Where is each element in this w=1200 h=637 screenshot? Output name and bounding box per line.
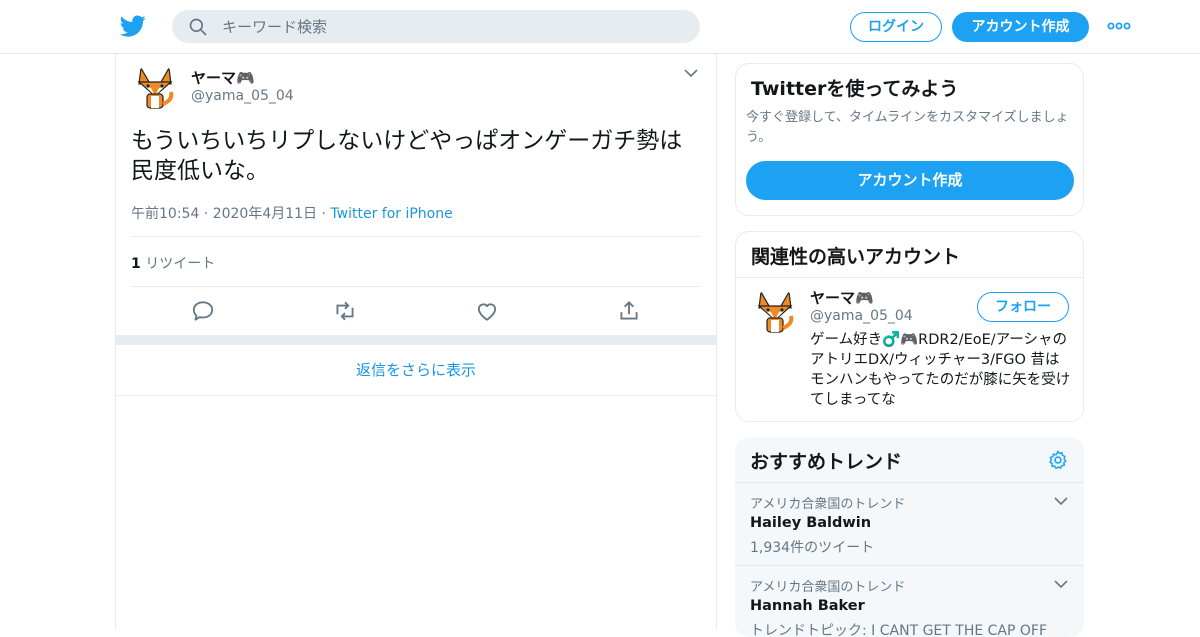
follow-button[interactable]: フォロー <box>977 292 1069 322</box>
related-accounts-title: 関連性の高いアカウント <box>751 246 961 268</box>
tweet-column: ヤーマ🎮 @yama_05_04 もういちいちリプしないけどやっぱオンゲーガチ勢… <box>115 54 717 630</box>
fox-avatar-icon <box>137 66 174 109</box>
share-icon[interactable] <box>616 298 642 324</box>
trend-tweet-count: 1,934件のツイート <box>750 540 875 556</box>
chevron-down-icon[interactable] <box>684 68 698 78</box>
signup-button[interactable]: アカウント作成 <box>952 12 1089 42</box>
top-navigation-bar: ログイン アカウント作成 <box>0 0 1200 54</box>
retweet-icon[interactable] <box>332 298 358 324</box>
chevron-down-icon[interactable] <box>1054 496 1068 506</box>
tweet-metadata: 午前10:54 · 2020年4月11日 · Twitter for iPhon… <box>131 203 453 223</box>
show-more-replies-link[interactable]: 返信をさらに表示 <box>116 346 716 396</box>
trend-item[interactable]: アメリカ合衆国のトレンド Hailey Baldwin 1,934件のツイート <box>735 482 1084 566</box>
trend-topic: トレンドトピック: I CANT GET THE CAP OFF <box>750 623 1048 637</box>
search-input[interactable] <box>222 10 682 43</box>
related-accounts-card: 関連性の高いアカウント ヤーマ🎮 @yama_05_04 フォロー ゲーム好き♂… <box>735 231 1084 422</box>
tweet-timestamp[interactable]: 午前10:54 · 2020年4月11日 · <box>131 206 330 222</box>
tweet-source-link[interactable]: Twitter for iPhone <box>330 206 452 222</box>
gear-icon[interactable] <box>1047 449 1069 471</box>
trend-name[interactable]: Hannah Baker <box>750 598 865 614</box>
section-separator <box>116 335 716 345</box>
chevron-down-icon[interactable] <box>1054 579 1068 589</box>
related-account-bio: ゲーム好き♂️🎮RDR2/EoE/アーシャのアトリエDX/ウィッチャー3/FGO… <box>810 332 1071 408</box>
trends-card: おすすめトレンド アメリカ合衆国のトレンド Hailey Baldwin 1,9… <box>735 437 1084 637</box>
search-icon <box>189 18 207 36</box>
divider <box>736 277 1083 278</box>
retweet-count: 1 <box>131 256 141 272</box>
search-box[interactable] <box>172 10 700 43</box>
signup-card-subtitle: 今すぐ登録して、タイムラインをカスタマイズしましょう。 <box>746 110 1069 145</box>
fox-avatar-icon <box>757 290 794 333</box>
tweet-text: もういちいちリプしないけどやっぱオンゲーガチ勢は民度低いな。 <box>131 128 683 184</box>
signup-card: Twitterを使ってみよう 今すぐ登録して、タイムラインをカスタマイズしましょ… <box>735 63 1084 216</box>
trend-location: アメリカ合衆国のトレンド <box>750 580 906 595</box>
related-account-handle[interactable]: @yama_05_04 <box>810 308 913 324</box>
divider <box>131 286 700 287</box>
avatar[interactable] <box>751 288 799 336</box>
trend-item[interactable]: アメリカ合衆国のトレンド Hannah Baker トレンドトピック: I CA… <box>735 565 1084 637</box>
like-heart-icon[interactable] <box>474 298 500 324</box>
trend-name[interactable]: Hailey Baldwin <box>750 515 871 531</box>
retweet-stats[interactable]: 1 リツイート <box>131 253 215 273</box>
avatar[interactable] <box>131 64 179 112</box>
login-button[interactable]: ログイン <box>850 12 942 42</box>
signup-card-button[interactable]: アカウント作成 <box>746 161 1074 200</box>
twitter-bird-icon[interactable] <box>120 13 146 39</box>
related-account-name[interactable]: ヤーマ🎮 <box>810 287 874 308</box>
reply-icon[interactable] <box>190 298 216 324</box>
trends-title: おすすめトレンド <box>750 451 903 473</box>
author-name[interactable]: ヤーマ🎮 <box>191 67 255 88</box>
author-handle[interactable]: @yama_05_04 <box>191 88 294 104</box>
signup-card-title: Twitterを使ってみよう <box>751 78 959 100</box>
retweet-label: リツイート <box>140 256 216 272</box>
trend-location: アメリカ合衆国のトレンド <box>750 497 906 512</box>
divider <box>131 236 700 237</box>
more-options-icon[interactable] <box>1106 17 1132 35</box>
